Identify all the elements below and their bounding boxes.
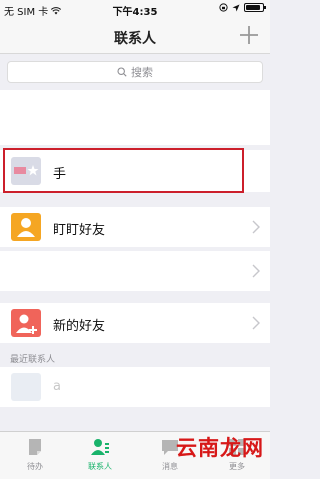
tab-contacts[interactable]: 联系人: [75, 437, 125, 472]
recent-contact-label: a: [53, 379, 61, 394]
list-item-blank[interactable]: [0, 251, 270, 291]
recent-contact-item[interactable]: a: [0, 367, 270, 407]
battery-icon: [244, 3, 266, 12]
status-bar: 无 SIM 卡 下午4:35: [0, 0, 270, 18]
nav-bar: 联系人: [0, 18, 270, 54]
list-item-dingding-friends[interactable]: 盯盯好友: [0, 207, 270, 247]
chevron-right-icon: [252, 316, 260, 330]
blurred-avatar-icon: [11, 373, 41, 401]
list-item-highlighted[interactable]: 手: [0, 148, 270, 193]
todo-icon: [29, 439, 41, 455]
chevron-right-icon: [252, 264, 260, 278]
search-area: 搜索: [0, 55, 270, 90]
tab-label: 更多: [229, 462, 245, 471]
add-button[interactable]: [238, 24, 260, 46]
page-title: 联系人: [114, 31, 156, 47]
list-item-label: 新的好友: [53, 319, 106, 334]
person-icon: [11, 213, 41, 241]
chevron-right-icon: [252, 220, 260, 234]
tab-label: 消息: [162, 462, 178, 471]
location-icon: [232, 4, 240, 11]
recent-contacts-header: 最近联系人: [0, 348, 270, 366]
status-right: [219, 3, 266, 12]
tab-label: 联系人: [88, 462, 112, 471]
watermark-text: 云南龙网: [176, 435, 264, 460]
lock-rotation-icon: [219, 3, 228, 12]
search-placeholder: 搜索: [131, 66, 153, 79]
search-input[interactable]: 搜索: [7, 61, 263, 83]
add-person-icon: [11, 309, 41, 337]
search-icon: [117, 67, 127, 77]
list-item-new-friends[interactable]: 新的好友: [0, 303, 270, 343]
battery-level: [246, 5, 261, 10]
tab-todo[interactable]: 待办: [10, 437, 60, 472]
list-item-label: 盯盯好友: [53, 223, 106, 238]
contacts-icon: [91, 439, 109, 455]
highlight-box: [3, 148, 244, 193]
blank-banner: [0, 90, 270, 145]
tab-label: 待办: [27, 462, 43, 471]
